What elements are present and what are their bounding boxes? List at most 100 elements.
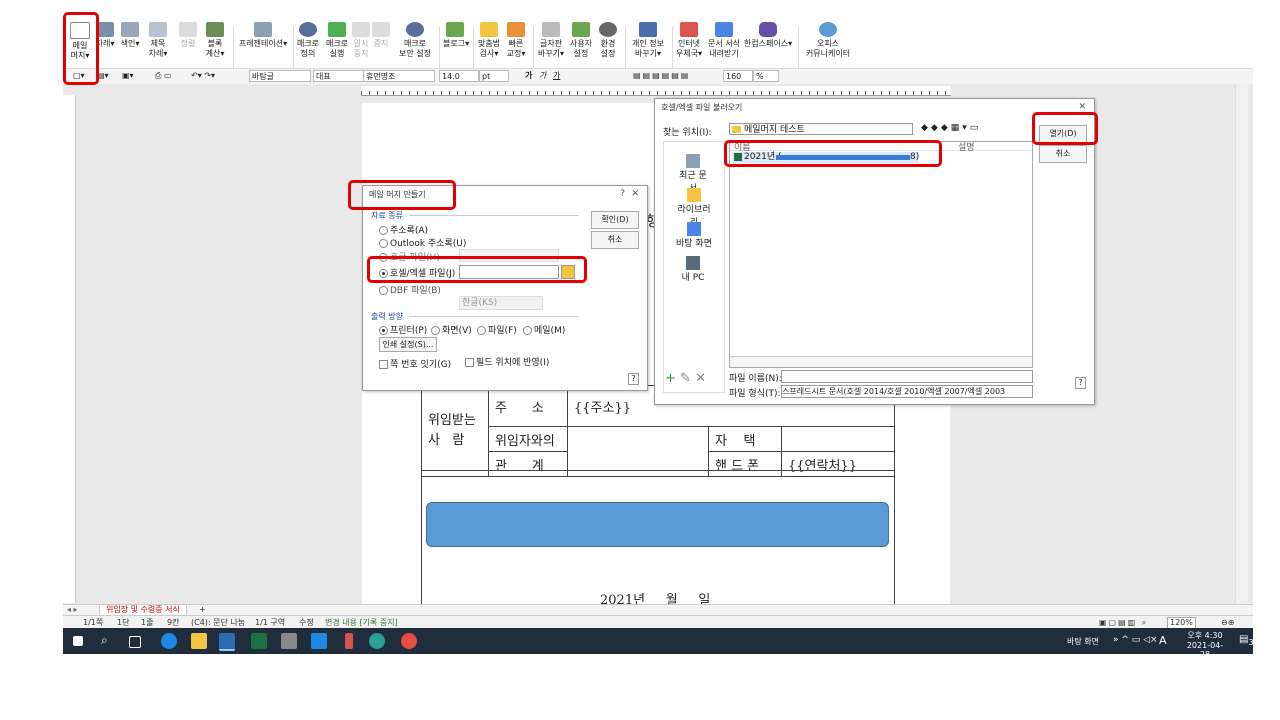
place-desktop[interactable]: 바탕 화면 <box>674 222 714 249</box>
filetype-select[interactable]: 스프레드시트 문서(호셀 2014/호셀 2010/엑셀 2007/엑셀 200… <box>781 385 1033 398</box>
store-icon[interactable] <box>281 633 297 649</box>
tab-nav-icon[interactable]: ◂ ▸ <box>67 605 78 614</box>
checkbox-page-number[interactable]: 쪽 번호 잇기(G) <box>379 357 451 370</box>
radio-dbf-file[interactable]: DBF 파일(B) <box>379 283 441 296</box>
align-buttons[interactable]: ▤▤▤▤▤▤ <box>631 70 701 82</box>
radio-printer[interactable]: 프린터(P) <box>379 323 427 336</box>
radio-mail[interactable]: 메일(M) <box>523 323 565 336</box>
nav-toolbar[interactable]: ◆◆◆▦▾▭ <box>921 123 1011 135</box>
block-calc-button[interactable]: 블록 계산▾ <box>203 22 227 59</box>
presentation-button[interactable]: 프레젠테이션▾ <box>238 22 288 49</box>
mail-icon[interactable] <box>311 633 327 649</box>
horizontal-scrollbar[interactable] <box>730 356 1032 367</box>
personal-info-button[interactable]: 개인 정보 바꾸기▾ <box>629 22 667 59</box>
language-select[interactable]: 대표 <box>313 70 369 82</box>
style-select[interactable]: 바탕글 <box>249 70 311 82</box>
spellcheck-button[interactable]: 맞춤법 검사▾ <box>476 22 502 59</box>
help-button[interactable]: ? <box>1075 377 1086 389</box>
zoom-unit-select[interactable]: % <box>753 70 779 82</box>
title-toc-button[interactable]: 제목 차례▾ <box>147 22 169 59</box>
ok-button[interactable]: 확인(D) <box>591 211 639 229</box>
view-mode-icons[interactable]: ▣▢▤▥ ⌕ <box>1099 617 1148 628</box>
table-cell[interactable] <box>781 426 895 452</box>
hancom-icon[interactable] <box>219 633 235 651</box>
file-explorer-icon[interactable] <box>191 633 207 649</box>
vertical-scrollbar[interactable] <box>1235 84 1248 604</box>
internet-post-button[interactable]: 인터넷 우체국▾ <box>675 22 703 59</box>
desktop-toolbar-label[interactable]: 바탕 화면 <box>1067 636 1099 647</box>
hancom-space-button[interactable]: 한컴스페이스▾ <box>743 22 793 49</box>
tray-icons[interactable]: » ^ ▭ ◁× <box>1113 635 1158 645</box>
stop-icon <box>372 22 390 37</box>
notification-icon[interactable]: ▤3 <box>1239 634 1254 647</box>
close-icon[interactable]: ✕ <box>1078 102 1086 112</box>
place-mypc[interactable]: 내 PC <box>678 256 708 283</box>
underline-button[interactable]: 가 <box>551 70 565 82</box>
macro-pause-button[interactable]: 일시 중지 <box>352 22 370 59</box>
help-icon[interactable]: ? <box>620 189 625 199</box>
index-button[interactable]: 색인▾ <box>120 22 140 49</box>
edge-icon[interactable] <box>369 633 385 649</box>
blue-shape[interactable] <box>426 502 889 547</box>
table-cell[interactable]: 주 소 <box>488 385 568 427</box>
cancel-button[interactable]: 취소 <box>591 231 639 249</box>
font-unit-select[interactable]: pt <box>479 70 509 82</box>
language-indicator[interactable]: A <box>1159 634 1167 647</box>
dialog-title: 호셀/엑셀 파일 불러오기 <box>655 99 1094 117</box>
zoom-buttons[interactable]: ⊖⊕ <box>1221 617 1234 628</box>
macro-define-button[interactable]: 매크로 정의 <box>295 22 321 59</box>
add-tab-button[interactable]: + <box>195 605 210 615</box>
zoom-input[interactable]: 160 <box>723 70 753 82</box>
macro-security-button[interactable]: 매크로 보안 설정 <box>397 22 433 59</box>
encoding-select[interactable]: 한글(KS) <box>459 296 543 310</box>
blog-button[interactable]: 블로그▾ <box>443 22 469 49</box>
excel-icon[interactable] <box>251 633 267 649</box>
close-icon[interactable]: ✕ <box>631 189 639 199</box>
section-source-label: 자료 종류 <box>371 211 403 220</box>
app-icon[interactable] <box>345 633 353 649</box>
chrome-like-icon[interactable] <box>401 633 417 649</box>
font-select[interactable]: 휴먼명조 <box>363 70 435 82</box>
cancel-button[interactable]: 취소 <box>1039 145 1087 163</box>
help-button[interactable]: ? <box>628 373 639 385</box>
radio-icon <box>477 326 486 335</box>
status-track-changes[interactable]: 변경 내용 [기록 중지] <box>325 617 398 628</box>
print-icon[interactable]: ⎙ ▭ <box>153 70 181 82</box>
table-cell[interactable]: 위임받는 사 람 <box>421 385 489 477</box>
radio-outlook[interactable]: Outlook 주소록(U) <box>379 236 466 249</box>
look-in-select[interactable]: 메일머지 테스트 <box>729 123 913 135</box>
search-icon[interactable]: ⌕ <box>101 633 117 649</box>
places-edit-toolbar[interactable]: + ✎ ✕ <box>665 371 721 387</box>
blog-icon <box>446 22 464 37</box>
print-setup-button[interactable]: 인쇄 설정(S)... <box>379 337 437 352</box>
radio-screen[interactable]: 화면(V) <box>431 323 472 336</box>
status-edit-mode[interactable]: 수정 <box>299 617 314 628</box>
quick-correct-button[interactable]: 빠른 교정▾ <box>505 22 527 59</box>
save-icon[interactable]: ▣▾ <box>120 70 142 82</box>
preferences-button[interactable]: 환경 설정 <box>596 22 620 59</box>
radio-address-book[interactable]: 주소록(A) <box>379 223 428 236</box>
file-list[interactable]: 이름 설명 2021년 ( 8) <box>729 141 1033 368</box>
user-settings-button[interactable]: 사용자 설정 <box>568 22 594 59</box>
template-download-button[interactable]: 문서 서식 내려받기 <box>707 22 741 59</box>
undo-redo-icon[interactable]: ↶▾ ↷▾ <box>189 70 235 82</box>
clock[interactable]: 오후 4:30 2021-04-28 <box>1183 630 1227 659</box>
macro-stop-button[interactable]: 중지 <box>372 22 390 49</box>
office-communicator-button[interactable]: 오피스 커뮤니케이터 <box>803 22 853 59</box>
italic-button[interactable]: 가 <box>537 70 549 82</box>
task-view-icon[interactable] <box>129 636 141 648</box>
bold-button[interactable]: 가 <box>523 70 535 82</box>
keyboard-layout-button[interactable]: 글자판 바꾸기▾ <box>537 22 565 59</box>
radio-file[interactable]: 파일(F) <box>477 323 517 336</box>
checkbox-field-position[interactable]: 필드 위치에 반영(I) <box>465 355 549 368</box>
table-cell[interactable]: 위임자와의 <box>488 426 568 452</box>
macro-run-button[interactable]: 매크로 실행 <box>324 22 350 59</box>
filename-input[interactable] <box>781 370 1033 383</box>
font-size-input[interactable]: 14.0 <box>439 70 479 82</box>
table-cell[interactable]: 자 택 <box>708 426 782 452</box>
keyboard-icon <box>542 22 560 37</box>
edge-legacy-icon[interactable] <box>161 633 177 649</box>
table-cell[interactable] <box>567 426 709 477</box>
windows-start-icon[interactable] <box>73 636 83 646</box>
sort-button[interactable]: 정렬 <box>178 22 198 49</box>
